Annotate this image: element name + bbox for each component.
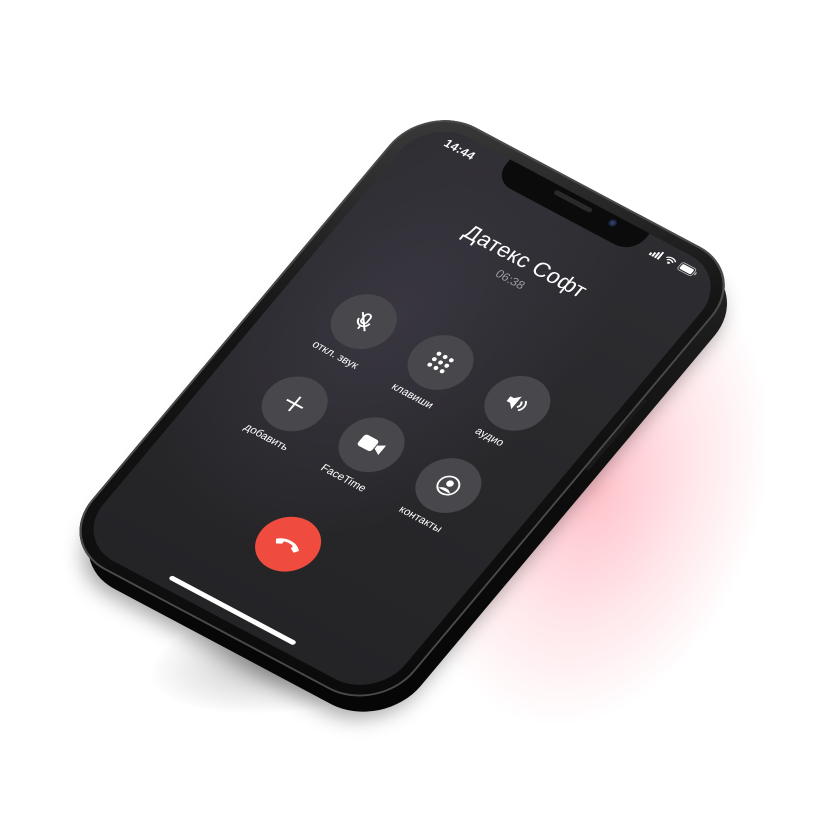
status-icons: [648, 247, 701, 279]
contact-icon: [436, 475, 461, 496]
facetime-video-icon: [357, 434, 387, 456]
end-call-icon: [275, 538, 299, 553]
mute-microphone-icon: [356, 311, 372, 332]
earpiece-speaker: [552, 189, 594, 214]
speaker-icon: [506, 396, 528, 412]
front-camera-icon: [606, 217, 619, 228]
status-time: 14:44: [440, 136, 479, 163]
product-mockup-stage: 14:44 Датекс Софт 06:38 откл. звук клави…: [0, 0, 813, 813]
phone-notch: [493, 157, 651, 254]
cellular-signal-icon: [648, 247, 665, 260]
wifi-icon: [666, 256, 677, 264]
plus-icon: [285, 396, 304, 412]
end-call-button[interactable]: [241, 506, 335, 582]
battery-icon: [677, 262, 697, 277]
call-controls-grid: откл. звук клавиши аудио добавить FaceTi…: [224, 277, 576, 544]
keypad-icon: [427, 351, 454, 374]
